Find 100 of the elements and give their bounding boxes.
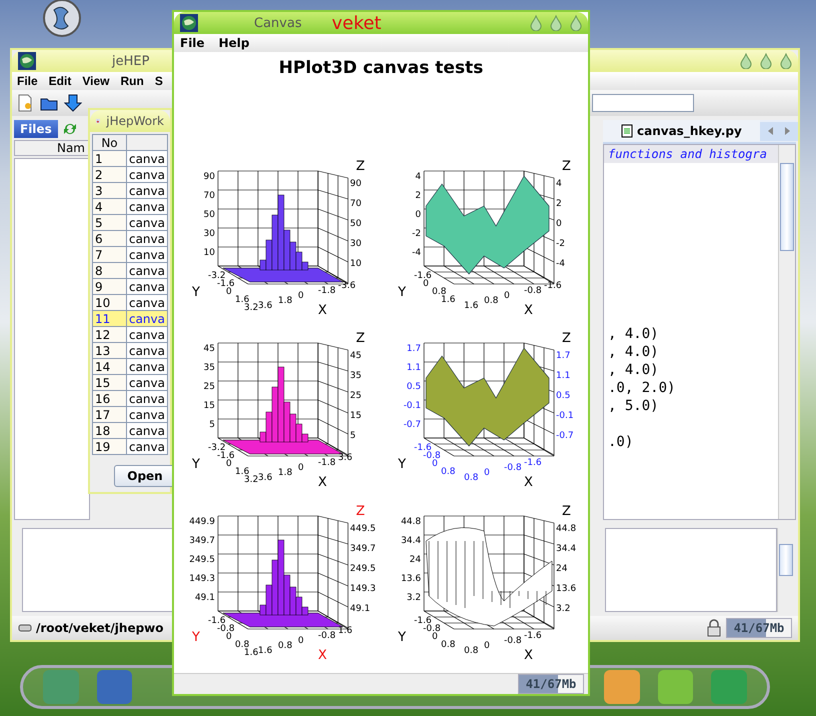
tick-label: 0.8: [278, 640, 292, 651]
tick-label: 0: [504, 291, 510, 301]
axis-label: Y: [192, 630, 200, 645]
tick-label: 35: [350, 371, 362, 382]
scrollbar[interactable]: [778, 145, 795, 519]
table-row[interactable]: 12 canva: [92, 326, 168, 342]
table-row[interactable]: 5 canva: [92, 214, 168, 230]
app-icon[interactable]: [604, 670, 640, 704]
table-row[interactable]: 16 canva: [92, 390, 168, 406]
table-row[interactable]: 10 canva: [92, 294, 168, 310]
menu-item[interactable]: Edit: [48, 74, 72, 88]
tick-label: -0.7: [556, 431, 574, 442]
table-row[interactable]: 1 canva: [92, 150, 168, 166]
tick-label: 0: [298, 636, 304, 646]
table-row[interactable]: 15 canva: [92, 374, 168, 390]
scrollbar-thumb[interactable]: [779, 544, 793, 576]
film-reel-icon[interactable]: [40, 0, 84, 40]
axis-label: X: [318, 648, 327, 663]
column-header[interactable]: No: [92, 134, 126, 150]
menu-item[interactable]: Help: [218, 36, 250, 50]
tick-label: -0.7: [403, 420, 421, 430]
tick-label: 0.8: [441, 640, 456, 650]
lock-icon[interactable]: [706, 619, 722, 637]
tick-label: -1.8: [318, 286, 336, 296]
table-row[interactable]: 2 canva: [92, 166, 168, 182]
tick-label: -1.6: [217, 279, 235, 289]
table-cell: canva: [126, 246, 168, 262]
table-row[interactable]: 6 canva: [92, 230, 168, 246]
tick-label: 10: [350, 259, 362, 269]
table-cell: canva: [126, 438, 168, 454]
app-icon[interactable]: [658, 670, 694, 704]
tick-label: 3.6: [258, 473, 272, 484]
menu-item[interactable]: S: [154, 74, 163, 88]
code-line: .0, 2.0): [607, 379, 676, 397]
editor-tab[interactable]: canvas_hkey.py: [603, 120, 760, 142]
tick-label: -1.8: [318, 458, 336, 468]
tick-label: 15: [350, 411, 362, 422]
output-area[interactable]: [605, 528, 777, 612]
menu-item[interactable]: File: [17, 74, 38, 88]
table-row[interactable]: 8 canva: [92, 262, 168, 278]
scroll-arrows-icon[interactable]: [760, 122, 798, 140]
menu-item[interactable]: File: [180, 36, 205, 50]
output-area[interactable]: [22, 528, 174, 612]
table-row[interactable]: 14 canva: [92, 358, 168, 374]
menu-item[interactable]: View: [82, 74, 110, 88]
tick-label: 0.8: [441, 467, 456, 478]
refresh-icon[interactable]: [62, 121, 78, 137]
table-cell: 3: [92, 182, 126, 198]
table-row[interactable]: 11 canva: [92, 310, 168, 326]
tick-label: 149.3: [350, 584, 376, 594]
table-cell: canva: [126, 182, 168, 198]
droplet-icon[interactable]: [550, 15, 562, 31]
tick-label: 1.6: [464, 301, 478, 311]
tick-label: 34.4: [556, 544, 576, 554]
tick-label: 1.6: [441, 295, 456, 305]
files-tab[interactable]: Files: [14, 120, 58, 138]
code-editor[interactable]: functions and histogra , 4.0) , 4.0) , 4.0) .0, 2.0) , 5.0) .0): [603, 144, 796, 520]
tick-label: 3.2: [244, 303, 258, 313]
droplet-icon[interactable]: [740, 53, 752, 69]
table-cell: 12: [92, 326, 126, 342]
new-document-icon[interactable]: [16, 94, 34, 112]
tick-label: -0.1: [403, 401, 421, 412]
tick-label: 0: [298, 291, 304, 301]
table-cell: canva: [126, 166, 168, 182]
table-row[interactable]: 4 canva: [92, 198, 168, 214]
tick-label: -1.6: [524, 458, 542, 468]
tick-label: 3.6: [338, 453, 352, 464]
droplet-icon[interactable]: [760, 53, 772, 69]
table-cell: canva: [126, 262, 168, 278]
table-row[interactable]: 7 canva: [92, 246, 168, 262]
axis-label: X: [318, 303, 327, 318]
tick-label: 0: [226, 459, 232, 470]
droplet-icon[interactable]: [530, 15, 542, 31]
tick-label: -2: [556, 239, 565, 249]
brand-text: veket: [332, 12, 382, 34]
search-field[interactable]: [592, 94, 694, 112]
droplet-icon[interactable]: [570, 15, 582, 31]
table-row[interactable]: 19 canva: [92, 438, 168, 454]
tick-label: 1.6: [258, 646, 272, 656]
axis-label: Y: [398, 630, 406, 645]
table-row[interactable]: 17 canva: [92, 406, 168, 422]
table-row[interactable]: 3 canva: [92, 182, 168, 198]
scrollbar-thumb[interactable]: [780, 163, 794, 251]
axis-label: X: [318, 475, 327, 490]
tick-label: 0.5: [406, 382, 421, 392]
tick-label: 4: [415, 172, 421, 182]
droplet-icon[interactable]: [780, 53, 792, 69]
down-arrow-icon[interactable]: [64, 94, 82, 112]
table-row[interactable]: 9 canva: [92, 278, 168, 294]
table-row[interactable]: 18 canva: [92, 422, 168, 438]
axis-label: Y: [192, 285, 200, 300]
app-icon[interactable]: [96, 670, 132, 704]
column-header[interactable]: Nam: [14, 140, 90, 156]
code-line: .0): [607, 433, 634, 451]
axis-label: Y: [192, 457, 200, 472]
table-row[interactable]: 13 canva: [92, 342, 168, 358]
menu-item[interactable]: Run: [120, 74, 144, 88]
code-comment: functions and histogra: [604, 145, 778, 163]
tick-label: 249.5: [189, 554, 215, 565]
table-cell: canva: [126, 342, 168, 358]
